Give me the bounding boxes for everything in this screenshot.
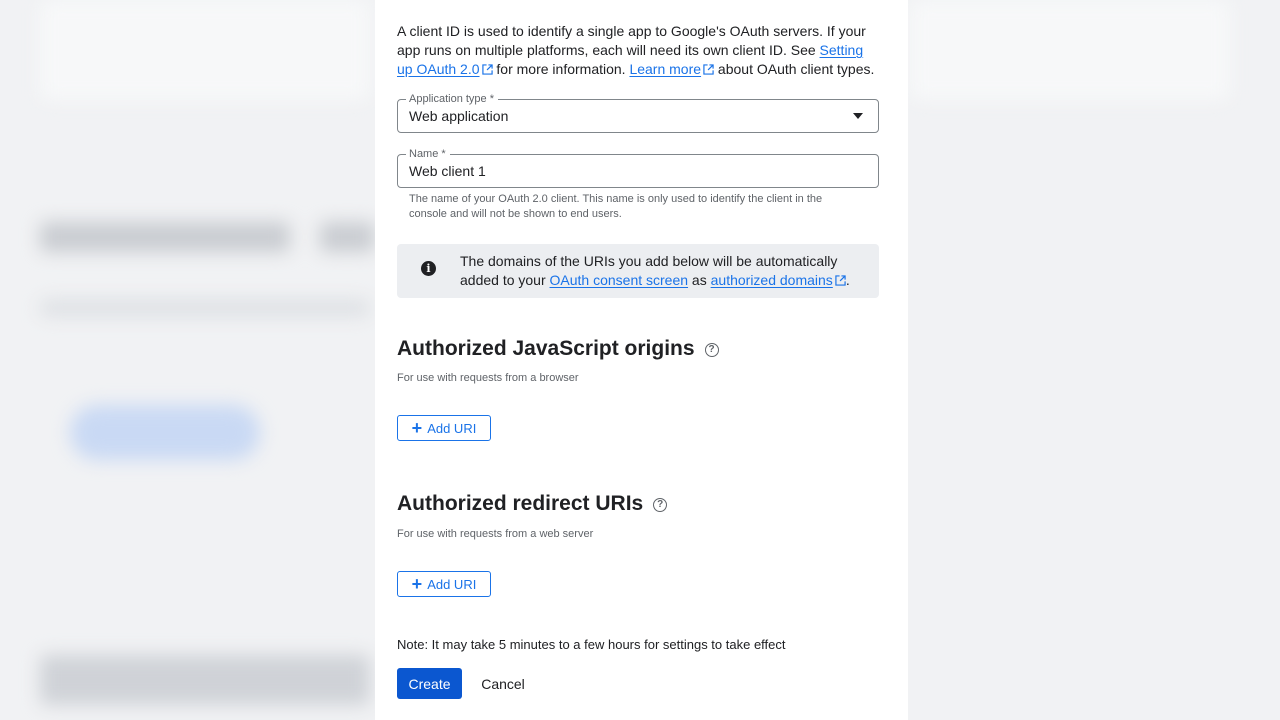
bg-card — [910, 0, 1230, 100]
bg-heading — [320, 222, 375, 252]
intro-text: A client ID is used to identify a single… — [397, 22, 877, 79]
add-js-origin-uri-button[interactable]: + Add URI — [397, 415, 491, 441]
bg-heading — [40, 222, 290, 252]
authorized-domains-label: authorized domains — [710, 272, 833, 288]
bg-text — [40, 300, 370, 316]
info-icon: i — [421, 261, 436, 276]
open-in-new-icon — [703, 64, 714, 75]
redirect-uris-title-text: Authorized redirect URIs — [397, 492, 644, 515]
create-button[interactable]: Create — [397, 668, 462, 699]
name-field[interactable]: Name * Web client 1 — [397, 147, 879, 188]
open-in-new-icon — [835, 275, 846, 286]
intro-text-part: for more information. — [492, 61, 630, 77]
name-hint: The name of your OAuth 2.0 client. This … — [409, 193, 823, 220]
help-circle-icon[interactable]: ? — [653, 498, 668, 512]
js-origins-subtitle: For use with requests from a browser — [397, 372, 579, 384]
intro-text-part: A client ID is used to identify a single… — [397, 23, 866, 58]
intro-text-part: about OAuth client types. — [714, 61, 875, 77]
redirect-uris-subtitle: For use with requests from a web server — [397, 528, 594, 540]
create-oauth-client-panel: A client ID is used to identify a single… — [375, 0, 908, 720]
learn-more-label: Learn more — [629, 61, 702, 77]
name-value: Web client 1 — [409, 163, 486, 179]
plus-icon: + — [411, 573, 423, 594]
settings-note: Note: It may take 5 minutes to a few hou… — [397, 637, 786, 652]
bg-card — [40, 0, 370, 100]
plus-icon: + — [411, 417, 423, 438]
application-type-value: Web application — [409, 108, 509, 124]
info-text-part: . — [845, 272, 850, 288]
redirect-uris-title: Authorized redirect URIs? — [397, 491, 668, 517]
authorized-domains-link[interactable]: authorized domains — [711, 272, 846, 288]
name-label: Name * — [406, 147, 450, 161]
bg-button — [70, 405, 260, 460]
add-redirect-uri-button[interactable]: + Add URI — [397, 571, 491, 597]
add-uri-label: Add URI — [427, 576, 477, 592]
add-uri-label: Add URI — [427, 420, 477, 436]
caret-down-icon — [853, 113, 863, 119]
open-in-new-icon — [481, 64, 493, 75]
js-origins-title: Authorized JavaScript origins? — [397, 336, 719, 362]
application-type-select[interactable]: Application type * Web application — [397, 92, 879, 133]
info-text-part: as — [688, 272, 711, 288]
cancel-button[interactable]: Cancel — [473, 668, 533, 699]
info-banner-text: The domains of the URIs you add below wi… — [460, 252, 860, 290]
help-circle-icon[interactable]: ? — [704, 343, 719, 357]
info-banner: i The domains of the URIs you add below … — [397, 244, 879, 298]
learn-more-link[interactable]: Learn more — [629, 61, 714, 77]
js-origins-title-text: Authorized JavaScript origins — [397, 337, 695, 360]
oauth-consent-screen-link[interactable]: OAuth consent screen — [550, 272, 689, 288]
bg-footer — [40, 655, 370, 705]
application-type-label: Application type * — [406, 92, 498, 106]
